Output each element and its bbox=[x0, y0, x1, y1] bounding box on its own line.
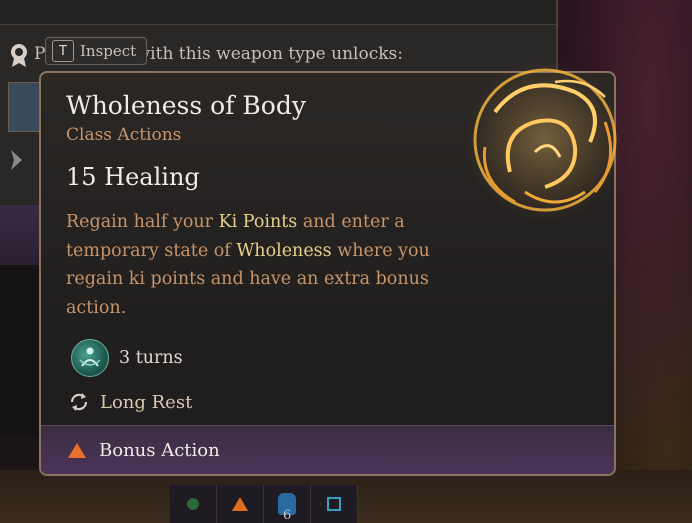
recharge-icon bbox=[70, 393, 88, 411]
wholeness-status-icon bbox=[71, 339, 109, 377]
action-dot-icon bbox=[187, 498, 199, 510]
ki-count: 6 bbox=[283, 508, 292, 523]
wholeness-of-body-emblem-icon bbox=[465, 60, 625, 220]
duration-text: 3 turns bbox=[119, 348, 183, 368]
proficiency-icon bbox=[11, 44, 27, 67]
ability-category: Class Actions bbox=[66, 125, 182, 145]
keyword-ki-points: Ki Points bbox=[218, 212, 298, 232]
chevron-icon[interactable] bbox=[8, 148, 24, 172]
hotbar: 6 bbox=[170, 485, 360, 523]
weapon-ability-slot[interactable] bbox=[8, 82, 40, 132]
ability-description: Regain half your Ki Points and enter a t… bbox=[66, 212, 430, 318]
reaction-square-icon bbox=[327, 497, 341, 511]
hotbar-slot-bonus[interactable] bbox=[217, 485, 264, 523]
recharge-row: Long Rest bbox=[68, 391, 192, 413]
recharge-text: Long Rest bbox=[100, 391, 193, 413]
duration-row: 3 turns bbox=[71, 339, 183, 377]
key-t-icon: T bbox=[52, 40, 74, 62]
inspect-hint[interactable]: T Inspect bbox=[45, 37, 147, 65]
keyword-wholeness: Wholeness bbox=[236, 240, 332, 261]
bonus-action-icon bbox=[68, 442, 86, 458]
action-cost-footer: Bonus Action bbox=[41, 425, 614, 474]
bonus-action-triangle-icon bbox=[232, 497, 248, 511]
action-type-label: Bonus Action bbox=[99, 439, 220, 461]
ability-effect: 15 Healing bbox=[66, 163, 200, 191]
hotbar-slot-ki[interactable]: 6 bbox=[264, 485, 311, 523]
panel-purple-strip bbox=[0, 205, 40, 265]
ability-title: Wholeness of Body bbox=[66, 91, 306, 120]
hotbar-slot-reaction[interactable] bbox=[311, 485, 358, 523]
hotbar-slot-action[interactable] bbox=[170, 485, 217, 523]
panel-dark-strip bbox=[0, 265, 40, 435]
inspect-label: Inspect bbox=[80, 42, 137, 60]
panel-top-strip bbox=[0, 0, 556, 25]
